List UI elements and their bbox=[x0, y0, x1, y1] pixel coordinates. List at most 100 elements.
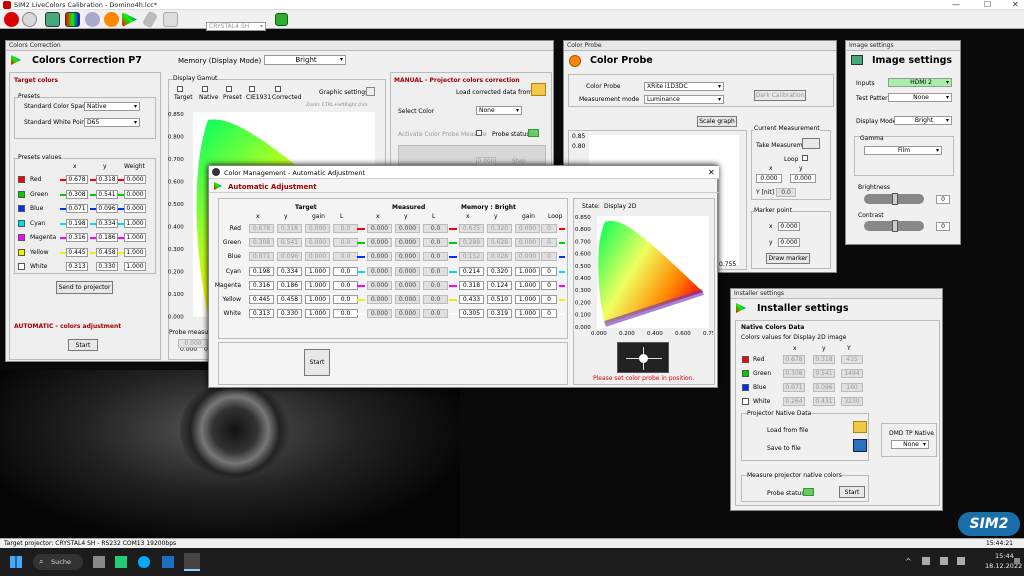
contrast-slider[interactable] bbox=[864, 220, 924, 232]
preset-x-5[interactable]: 0.445 bbox=[66, 247, 88, 257]
gamut-opt-check-0[interactable] bbox=[177, 86, 183, 92]
test-pattern-select[interactable]: None bbox=[888, 93, 952, 102]
dmd-select[interactable]: None bbox=[891, 440, 929, 449]
gamma-select[interactable]: Film bbox=[864, 146, 942, 155]
aa-memory-5-1[interactable]: 0.510 bbox=[487, 295, 512, 304]
scale-graph-button[interactable]: Scale graph bbox=[697, 116, 737, 127]
gamut-opt-check-3[interactable] bbox=[249, 86, 255, 92]
aa-target-5-2[interactable]: 1.000 bbox=[305, 295, 330, 304]
aa-target-6-3[interactable]: 0.0 bbox=[333, 309, 358, 319]
draw-marker-button[interactable]: Draw marker bbox=[766, 253, 810, 264]
preset-x-4[interactable]: 0.316 bbox=[66, 233, 88, 242]
notification-icon[interactable] bbox=[1014, 558, 1020, 564]
aa-memory-6-3[interactable]: 0 bbox=[541, 309, 557, 319]
aa-target-5-0[interactable]: 0.445 bbox=[249, 295, 274, 304]
preset-w-3[interactable]: 1.000 bbox=[124, 218, 146, 228]
preset-x-0[interactable]: 0.678 bbox=[66, 175, 88, 184]
widgets-icon[interactable] bbox=[115, 556, 127, 568]
eraser-icon[interactable] bbox=[163, 12, 178, 27]
windows-start-icon[interactable] bbox=[10, 556, 22, 568]
select-color-select[interactable]: None bbox=[476, 106, 522, 115]
aa-memory-4-1[interactable]: 0.124 bbox=[487, 280, 512, 290]
preset-y-6[interactable]: 0.330 bbox=[96, 262, 118, 271]
aa-target-3-1[interactable]: 0.334 bbox=[277, 266, 302, 276]
aa-memory-5-3[interactable]: 0 bbox=[541, 295, 557, 304]
aa-memory-4-3[interactable]: 0 bbox=[541, 280, 557, 290]
marker-x-input[interactable]: 0.000 bbox=[778, 222, 800, 231]
aa-memory-6-1[interactable]: 0.319 bbox=[487, 309, 512, 319]
aa-target-4-0[interactable]: 0.316 bbox=[249, 280, 274, 290]
preset-y-0[interactable]: 0.318 bbox=[96, 175, 118, 184]
maximize-icon[interactable]: ☐ bbox=[984, 0, 991, 9]
brightness-slider[interactable] bbox=[864, 193, 924, 205]
colors-icon[interactable] bbox=[65, 12, 80, 27]
aa-memory-3-1[interactable]: 0.320 bbox=[487, 266, 512, 276]
gamut-opt-check-1[interactable] bbox=[202, 86, 208, 92]
preset-x-1[interactable]: 0.308 bbox=[66, 189, 88, 199]
std-white-point-select[interactable]: D65 bbox=[84, 118, 140, 127]
contrast-thumb[interactable] bbox=[892, 220, 898, 232]
taskbar-search[interactable]: ⌕ Suche bbox=[33, 554, 83, 570]
preset-w-0[interactable]: 0.000 bbox=[124, 175, 146, 184]
aa-memory-3-2[interactable]: 1.000 bbox=[515, 266, 540, 276]
preset-w-6[interactable]: 1.000 bbox=[124, 262, 146, 271]
preset-x-6[interactable]: 0.313 bbox=[66, 262, 88, 271]
aa-memory-4-2[interactable]: 1.000 bbox=[515, 280, 540, 290]
projector-select[interactable]: CRYSTAL4 SH bbox=[206, 22, 266, 31]
mode-select[interactable]: Luminance bbox=[644, 95, 724, 104]
volume-icon[interactable] bbox=[940, 557, 948, 565]
livecolors-task-icon[interactable] bbox=[184, 553, 200, 571]
marker-y-input[interactable]: 0.000 bbox=[778, 238, 800, 247]
brightness-thumb[interactable] bbox=[892, 193, 898, 205]
brightness-value[interactable]: 0 bbox=[936, 195, 950, 204]
auto-adjust-start-button[interactable]: Start bbox=[304, 349, 330, 376]
settings-icon[interactable] bbox=[85, 12, 100, 27]
tray-chevron-icon[interactable]: ^ bbox=[905, 557, 912, 566]
refresh-icon[interactable] bbox=[275, 13, 288, 26]
wrench-icon[interactable] bbox=[141, 10, 159, 29]
probe-select[interactable]: XRite i1D3DC bbox=[644, 82, 724, 91]
gamut-opt-check-2[interactable] bbox=[226, 86, 232, 92]
aa-memory-3-0[interactable]: 0.214 bbox=[459, 266, 484, 276]
aa-target-4-3[interactable]: 0.0 bbox=[333, 280, 358, 290]
send-to-projector-button[interactable]: Send to projector bbox=[56, 281, 113, 294]
activate-probe-checkbox[interactable] bbox=[476, 130, 482, 136]
std-color-space-select[interactable]: Native bbox=[84, 102, 140, 111]
preset-y-5[interactable]: 0.458 bbox=[96, 247, 118, 257]
load-folder-icon[interactable] bbox=[853, 421, 867, 433]
loop-checkbox[interactable] bbox=[802, 155, 808, 161]
preset-w-2[interactable]: 0.000 bbox=[124, 204, 146, 213]
folder-icon[interactable] bbox=[531, 83, 546, 96]
aa-memory-3-3[interactable]: 0 bbox=[541, 266, 557, 276]
network-icon[interactable] bbox=[922, 557, 930, 565]
aa-memory-6-2[interactable]: 1.000 bbox=[515, 309, 540, 319]
memory-select[interactable]: Bright bbox=[264, 55, 346, 65]
preset-w-5[interactable]: 1.000 bbox=[124, 247, 146, 257]
power-standby-icon[interactable] bbox=[22, 12, 37, 27]
power-icon[interactable] bbox=[4, 12, 19, 27]
close-icon[interactable]: ✕ bbox=[1012, 0, 1019, 9]
take-measure-button[interactable] bbox=[802, 138, 820, 149]
display-mode-select[interactable]: Bright bbox=[894, 116, 952, 125]
aa-memory-5-0[interactable]: 0.433 bbox=[459, 295, 484, 304]
installer-start-button[interactable]: Start bbox=[839, 486, 865, 498]
dialog-close-icon[interactable]: ✕ bbox=[708, 168, 715, 177]
preset-y-4[interactable]: 0.186 bbox=[96, 233, 118, 242]
preset-w-4[interactable]: 1.000 bbox=[124, 233, 146, 242]
battery-icon[interactable] bbox=[957, 557, 965, 565]
aa-memory-5-2[interactable]: 1.000 bbox=[515, 295, 540, 304]
task-view-icon[interactable] bbox=[93, 556, 105, 568]
edge-icon[interactable] bbox=[138, 556, 150, 568]
aa-target-3-0[interactable]: 0.198 bbox=[249, 266, 274, 276]
play-icon[interactable] bbox=[122, 12, 137, 27]
preset-x-2[interactable]: 0.071 bbox=[66, 204, 88, 213]
dark-calibration-button[interactable]: Dark Calibration bbox=[754, 90, 806, 101]
mail-icon[interactable] bbox=[162, 556, 174, 568]
aa-target-6-0[interactable]: 0.313 bbox=[249, 309, 274, 319]
minimize-icon[interactable]: — bbox=[952, 0, 960, 9]
aa-memory-6-0[interactable]: 0.305 bbox=[459, 309, 484, 319]
graphic-settings-button[interactable] bbox=[366, 87, 375, 96]
aa-target-4-2[interactable]: 1.000 bbox=[305, 280, 330, 290]
save-disk-icon[interactable] bbox=[853, 439, 867, 452]
aa-target-5-1[interactable]: 0.458 bbox=[277, 295, 302, 304]
